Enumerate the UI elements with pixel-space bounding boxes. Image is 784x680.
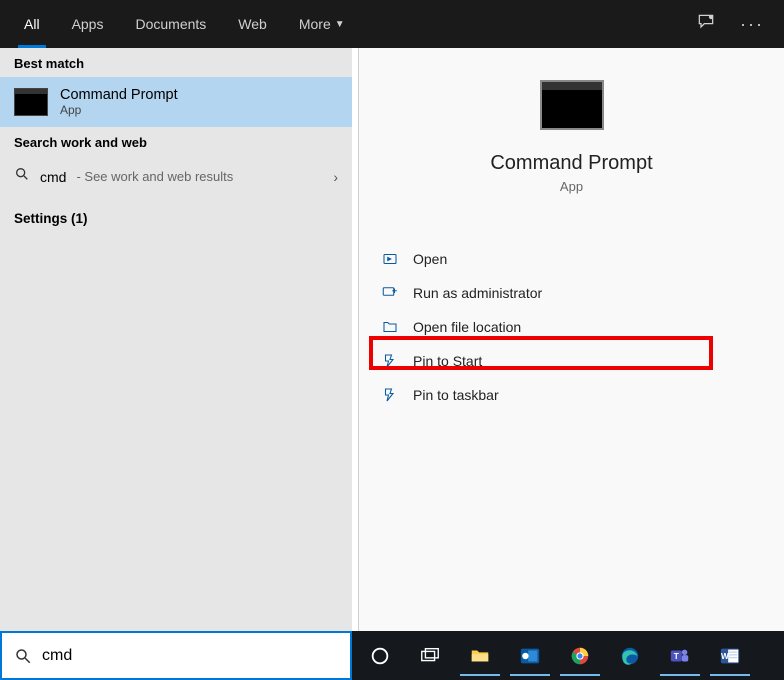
feedback-icon[interactable]	[696, 12, 716, 37]
best-match-result[interactable]: Command Prompt App	[0, 77, 352, 127]
search-icon	[14, 647, 32, 665]
svg-text:T: T	[674, 651, 679, 660]
best-match-title: Command Prompt	[60, 87, 178, 103]
task-view-button[interactable]	[408, 636, 452, 676]
detail-title: Command Prompt	[359, 152, 784, 175]
settings-heading[interactable]: Settings (1)	[0, 197, 352, 232]
svg-text:W: W	[721, 651, 729, 660]
admin-icon	[381, 284, 399, 302]
search-web-result[interactable]: cmd - See work and web results ›	[0, 156, 352, 197]
command-prompt-icon	[14, 88, 48, 116]
outlook-button[interactable]	[508, 636, 552, 676]
search-web-heading: Search work and web	[0, 127, 352, 156]
tab-apps[interactable]: Apps	[56, 0, 120, 48]
pin-icon	[381, 352, 399, 370]
action-list: Open Run as administrator Open file loca…	[359, 242, 784, 412]
best-match-subtitle: App	[60, 103, 178, 117]
tab-web[interactable]: Web	[222, 0, 283, 48]
edge-button[interactable]	[608, 636, 652, 676]
chrome-button[interactable]	[558, 636, 602, 676]
action-open-location[interactable]: Open file location	[367, 310, 776, 344]
file-explorer-button[interactable]	[458, 636, 502, 676]
action-label: Pin to Start	[413, 353, 482, 369]
search-scope-tabs: All Apps Documents Web More▼ ···	[0, 0, 784, 48]
action-label: Pin to taskbar	[413, 387, 499, 403]
search-input[interactable]	[42, 647, 338, 665]
teams-button[interactable]: T	[658, 636, 702, 676]
taskbar: T W	[352, 631, 784, 680]
action-label: Open file location	[413, 319, 521, 335]
search-box[interactable]	[0, 631, 352, 680]
action-label: Run as administrator	[413, 285, 542, 301]
detail-subtitle: App	[359, 179, 784, 194]
detail-pane: Command Prompt App Open Run as administr…	[358, 48, 784, 631]
action-pin-taskbar[interactable]: Pin to taskbar	[367, 378, 776, 412]
action-open[interactable]: Open	[367, 242, 776, 276]
search-icon	[14, 166, 30, 187]
tab-more[interactable]: More▼	[283, 0, 361, 48]
tab-documents[interactable]: Documents	[119, 0, 222, 48]
pin-icon	[381, 386, 399, 404]
search-web-hint: - See work and web results	[76, 169, 233, 184]
tab-all[interactable]: All	[8, 0, 56, 48]
results-pane: Best match Command Prompt App Search wor…	[0, 48, 352, 631]
action-pin-start[interactable]: Pin to Start	[367, 344, 776, 378]
action-label: Open	[413, 251, 447, 267]
folder-icon	[381, 318, 399, 336]
command-prompt-icon	[540, 80, 604, 130]
more-options-icon[interactable]: ···	[740, 14, 764, 35]
open-icon	[381, 250, 399, 268]
best-match-heading: Best match	[0, 48, 352, 77]
search-web-term: cmd	[40, 169, 66, 185]
cortana-button[interactable]	[358, 636, 402, 676]
chevron-right-icon: ›	[333, 169, 338, 185]
word-button[interactable]: W	[708, 636, 752, 676]
action-run-as-admin[interactable]: Run as administrator	[367, 276, 776, 310]
